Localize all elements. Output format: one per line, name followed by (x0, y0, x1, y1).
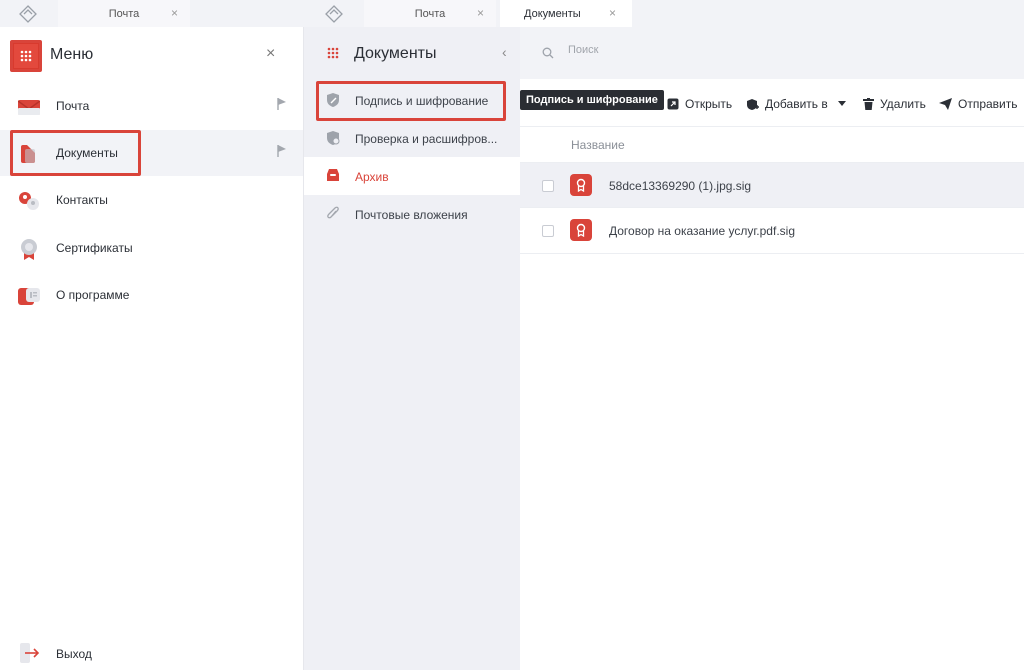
grid-icon (327, 47, 339, 62)
shield-sign-icon (326, 92, 340, 111)
send-label: Отправить (958, 97, 1018, 111)
tab-close-icon[interactable]: × (609, 6, 616, 20)
send-icon (939, 98, 952, 110)
docs-nav-label: Архив (355, 170, 389, 184)
flag-icon[interactable] (277, 144, 287, 161)
menu-item-label: Сертификаты (56, 241, 133, 255)
menu-grid-button[interactable] (12, 42, 40, 70)
tab-close-icon[interactable]: × (171, 6, 178, 20)
menu-item-label: Контакты (56, 193, 108, 207)
grid-icon (20, 50, 32, 62)
mail-icon (17, 96, 41, 118)
open-button[interactable]: Открыть (667, 97, 732, 111)
certificate-icon (18, 238, 40, 260)
app-logo-icon[interactable] (18, 4, 38, 24)
logout-icon (20, 643, 40, 666)
docs-nav-item-mail-attachments[interactable]: Почтовые вложения (304, 195, 520, 233)
send-button[interactable]: Отправить (939, 97, 1018, 111)
menu-title: Меню (50, 46, 94, 63)
row-checkbox[interactable] (542, 225, 554, 237)
open-label: Открыть (685, 97, 733, 111)
delete-button[interactable]: Удалить (863, 97, 926, 111)
toolbar: Подпись и шифрование Открыть Добавить в … (520, 83, 1024, 127)
signature-file-icon (570, 174, 592, 196)
trash-icon (863, 98, 874, 110)
contacts-icon (18, 190, 40, 212)
menu-item-about[interactable]: О программе (0, 272, 303, 318)
menu-item-label: Документы (56, 146, 118, 160)
row-checkbox[interactable] (542, 180, 554, 192)
exit-label: Выход (56, 647, 92, 661)
about-icon (18, 285, 40, 307)
docs-nav-label: Почтовые вложения (355, 208, 468, 222)
menu-item-contacts[interactable]: Контакты (0, 177, 303, 223)
tooltip: Подпись и шифрование (520, 90, 664, 110)
docs-nav-label: Подпись и шифрование (355, 94, 489, 108)
menu-item-documents[interactable]: Документы (0, 130, 303, 176)
table-row[interactable]: Договор на оказание услуг.pdf.sig (520, 208, 1024, 254)
file-name: Договор на оказание услуг.pdf.sig (609, 224, 795, 238)
search-icon (542, 47, 554, 62)
menu-item-certificates[interactable]: Сертификаты (0, 225, 303, 271)
docs-nav-item-sign-encrypt[interactable]: Подпись и шифрование (304, 81, 520, 119)
menu-item-label: О программе (56, 288, 130, 302)
left-tab-strip: Почта × (0, 0, 304, 27)
menu-header: Меню × (0, 27, 304, 83)
search-bar (520, 27, 1024, 79)
tab-mail[interactable]: Почта × (58, 0, 190, 27)
main-content: Подпись и шифрование Открыть Добавить в … (520, 27, 1024, 670)
signature-file-icon (570, 219, 592, 241)
documents-icon (18, 143, 40, 165)
menu-item-label: Почта (56, 99, 90, 113)
add-to-button[interactable]: Добавить в (746, 97, 846, 111)
add-to-label: Добавить в (765, 97, 828, 111)
right-tab-strip: Почта × Документы × (304, 0, 1024, 27)
caret-down-icon (837, 101, 846, 106)
tab-close-icon[interactable]: × (477, 6, 484, 20)
archive-icon (326, 168, 340, 185)
delete-label: Удалить (880, 97, 926, 111)
menu-item-mail[interactable]: Почта (0, 83, 303, 129)
flag-icon[interactable] (277, 97, 287, 114)
search-input[interactable] (568, 44, 868, 56)
shield-plus-icon (747, 98, 759, 110)
chevron-left-icon[interactable]: ‹ (502, 44, 507, 60)
table-row[interactable]: 58dce13369290 (1).jpg.sig (520, 162, 1024, 208)
docs-nav-item-verify-decrypt[interactable]: Проверка и расшифров... (304, 119, 520, 157)
docs-nav-label: Проверка и расшифров... (355, 132, 498, 146)
paperclip-icon (326, 206, 340, 225)
docs-nav-item-archive[interactable]: Архив (304, 157, 520, 195)
documents-sidebar: Документы ‹ Подпись и шифрование Проверк… (304, 27, 520, 670)
shield-check-icon (326, 130, 340, 149)
app-logo-icon[interactable] (324, 4, 344, 24)
exit-button[interactable]: Выход (0, 637, 303, 667)
column-header-name[interactable]: Название (571, 138, 625, 152)
documents-title: Документы (354, 45, 437, 62)
tab-mail[interactable]: Почта × (364, 0, 496, 27)
close-icon[interactable]: × (266, 45, 275, 63)
tab-documents[interactable]: Документы × (500, 0, 632, 27)
file-name: 58dce13369290 (1).jpg.sig (609, 179, 752, 193)
main-menu: Меню × Почта Документы Контакты Сертифик… (0, 27, 304, 670)
open-icon (667, 98, 679, 110)
